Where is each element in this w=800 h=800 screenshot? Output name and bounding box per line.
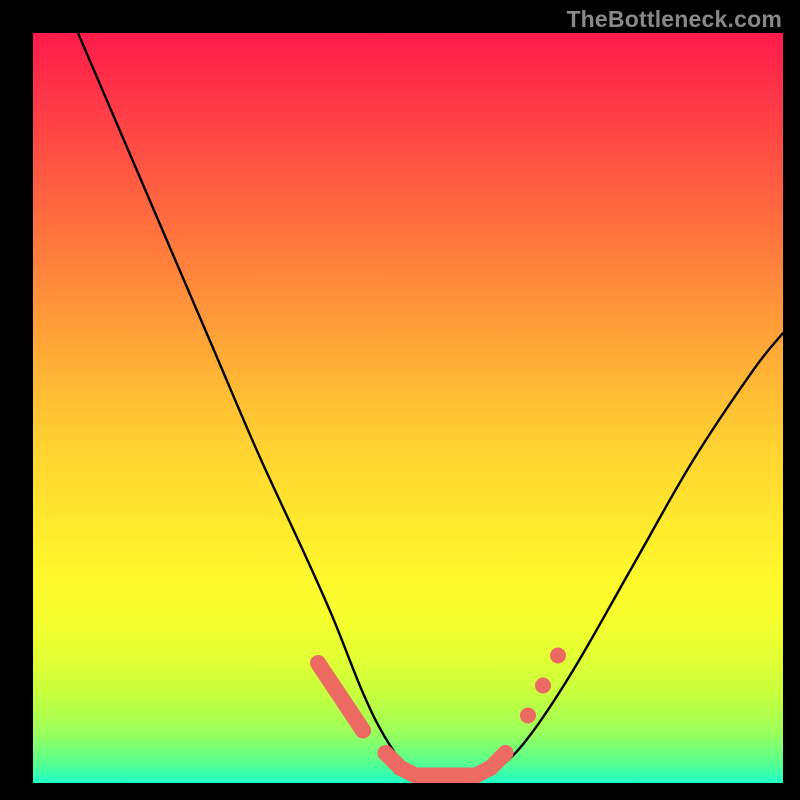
watermark-text: TheBottleneck.com <box>566 6 782 33</box>
marker-pill <box>491 753 506 768</box>
chart-svg <box>33 33 783 783</box>
bottleneck-curve <box>78 33 783 776</box>
highlight-markers <box>318 648 566 776</box>
marker-dot <box>520 708 536 724</box>
chart-stage: TheBottleneck.com <box>0 0 800 800</box>
marker-pill <box>401 768 416 776</box>
marker-pill <box>476 768 491 776</box>
marker-dot <box>498 745 514 761</box>
marker-dot <box>355 723 371 739</box>
marker-pill <box>333 686 348 709</box>
marker-dot <box>535 678 551 694</box>
marker-pill <box>348 708 363 731</box>
marker-pill <box>318 663 333 686</box>
plot-area <box>33 33 783 783</box>
marker-pill <box>386 753 401 768</box>
marker-dot <box>550 648 566 664</box>
